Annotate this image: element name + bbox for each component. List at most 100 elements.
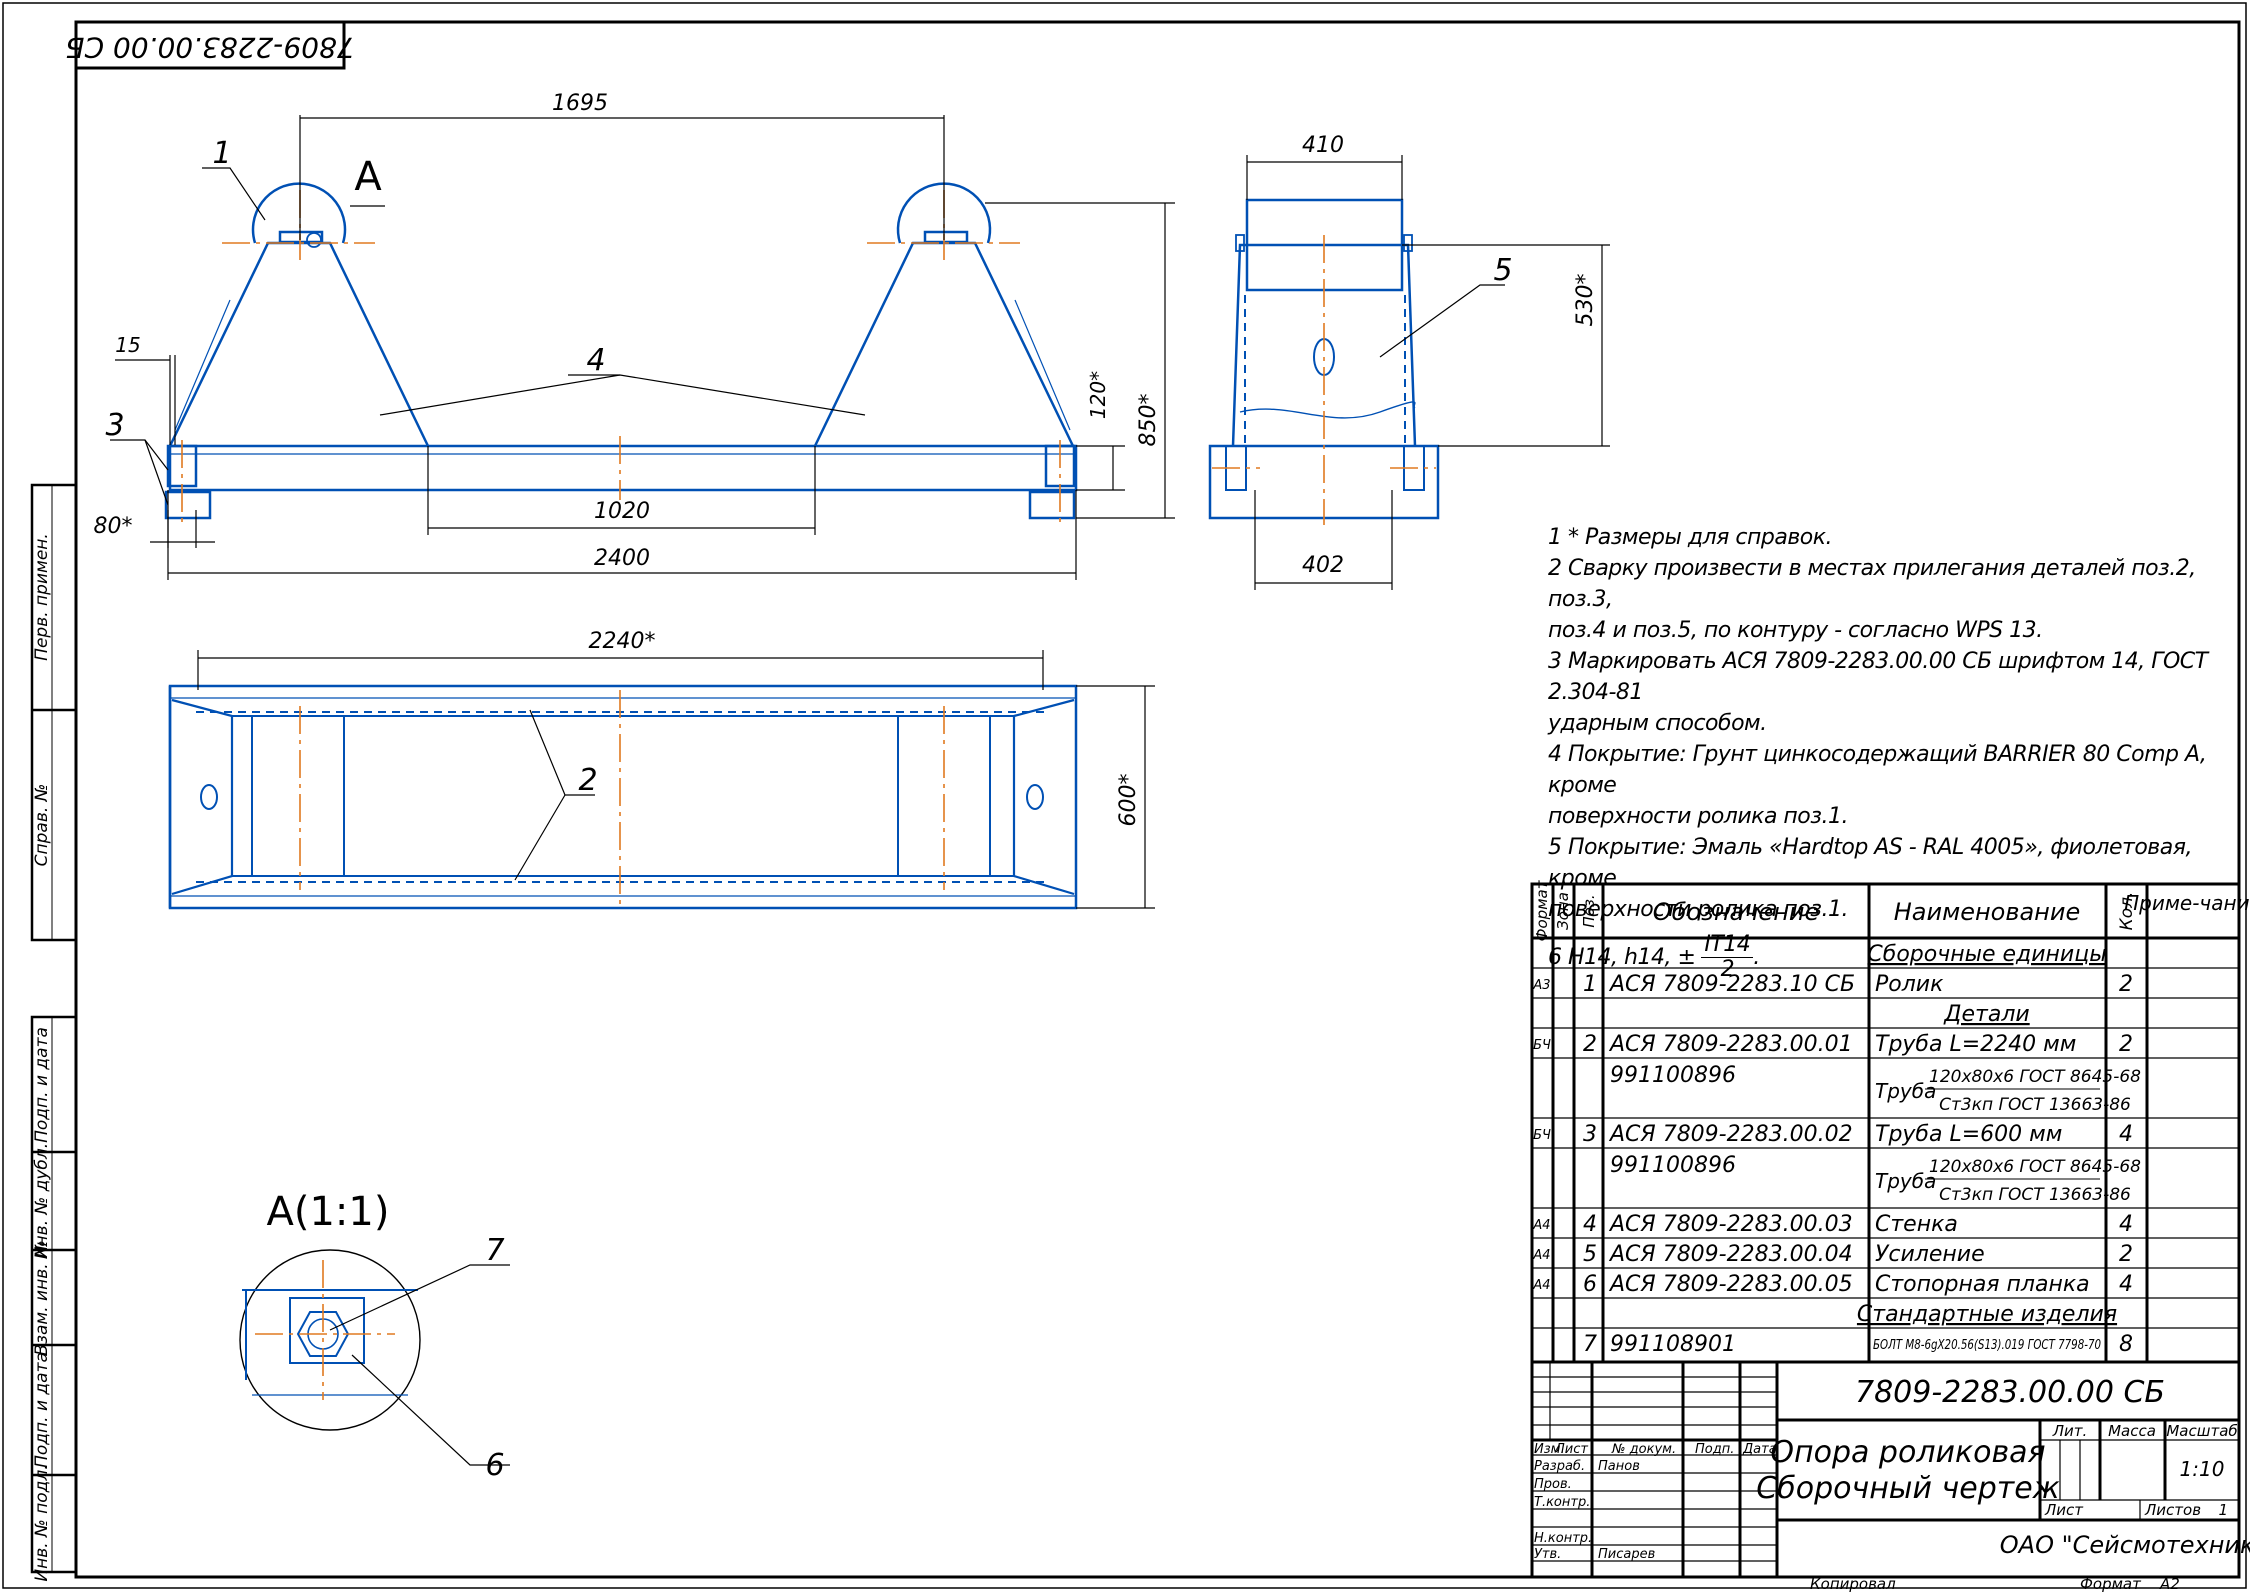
detail-callouts — [329, 1264, 510, 1466]
tb-tkontr: Т.контр. — [1534, 1495, 1590, 1510]
corner-stamp-text: 7809-2283.00.00 СБ — [65, 31, 354, 64]
tb-mass-label: Масса — [2108, 1422, 2156, 1440]
spec-row-designation: АСЯ 7809-2283.00.03 — [1608, 1212, 1853, 1237]
tb-sheet-label: Лист — [2044, 1501, 2084, 1519]
callout-5: 5 — [1493, 253, 1512, 288]
note-line: ударным способом. — [1548, 711, 1767, 736]
tb-lit-label: Лит. — [2052, 1422, 2088, 1440]
note-6-denominator: 2 — [1720, 957, 1735, 982]
side-stamp-5: Взам. инв. № — [32, 1240, 52, 1355]
tb-sheets-label: Листов — [2144, 1501, 2201, 1519]
dim-1695: 1695 — [552, 91, 608, 116]
tb-copied: Копировал — [1810, 1575, 1896, 1592]
note-line: поверхности ролика поз.1. — [1548, 897, 1848, 922]
side-stamp-2: Справ. № — [32, 784, 52, 867]
technical-notes: 1 * Размеры для справок. 2 Сварку произв… — [1548, 522, 2228, 982]
note-line: 4 Покрытие: Грунт цинкосодержащий BARRIE… — [1548, 742, 2207, 798]
spec-row-name: Труба L=2240 мм — [1875, 1032, 2076, 1057]
note-line: 5 Покрытие: Эмаль «Hardtop AS - RAL 4005… — [1548, 835, 2192, 891]
dim-2400: 2400 — [594, 546, 650, 571]
spec-row-qty: 4 — [2119, 1122, 2133, 1147]
callout-7: 7 — [485, 1233, 504, 1268]
side-stamp-labels: Перв. примен. Справ. № Подп. и дата Инв.… — [32, 533, 52, 1581]
detail-a-title: А(1:1) — [267, 1189, 390, 1235]
spec-row-section: Детали — [1943, 1002, 2029, 1027]
left-roller — [251, 182, 347, 244]
spec-row-name: Труба L=600 мм — [1875, 1122, 2062, 1147]
tb-prov: Пров. — [1534, 1477, 1572, 1492]
callout-view-a: А — [354, 154, 382, 200]
dim-402: 402 — [1302, 553, 1344, 578]
spec-row-qty: 2 — [2119, 1242, 2133, 1267]
spec-row-designation: АСЯ 7809-2283.00.01 — [1608, 1032, 1853, 1057]
spec-row-qty: 4 — [2119, 1272, 2133, 1297]
spec-row-name: Стопорная планка — [1875, 1272, 2090, 1297]
top-dimension-labels: 2240* 600* 2 — [578, 629, 1141, 827]
spec-row-format: А4 — [1532, 1278, 1550, 1293]
side-stamp-3: Подп. и дата — [32, 1027, 52, 1143]
spec-row-name: Труба — [1875, 1079, 1936, 1103]
spec-row-designation: 991100896 — [1610, 1063, 1736, 1088]
tb-podp: Подп. — [1695, 1442, 1734, 1457]
spec-row-name: Усиление — [1875, 1242, 1985, 1267]
tb-company: ОАО "Сейсмотехника" — [2000, 1531, 2250, 1559]
spec-row-designation: 991100896 — [1610, 1153, 1736, 1178]
note-line: 2 Сварку произвести в местах прилегания … — [1548, 556, 2196, 612]
note-line: поз.4 и поз.5, по контуру - согласно WPS… — [1548, 618, 2043, 643]
spec-row-designation: АСЯ 7809-2283.00.05 — [1608, 1272, 1853, 1297]
spec-row-qty: 2 — [2119, 1032, 2133, 1057]
spec-rows: Сборочные единицыА3 1 АСЯ 7809-2283.10 СБ Р… — [1532, 942, 2141, 1357]
side-stamp-1: Перв. примен. — [32, 533, 52, 661]
left-support-wall — [168, 241, 430, 447]
spec-row-qty: 4 — [2119, 1212, 2133, 1237]
tb-utv: Утв. — [1534, 1547, 1561, 1562]
note-line: 3 Маркировать АСЯ 7809-2283.00.00 СБ шри… — [1548, 649, 2208, 705]
side-stamp-7: Инв. № подл. — [32, 1464, 52, 1581]
spec-row-pos: 7 — [1583, 1332, 1597, 1357]
spec-row-section: Стандартные изделия — [1857, 1302, 2117, 1327]
spec-row-format: БЧ — [1533, 1128, 1551, 1143]
top-view — [168, 684, 1078, 910]
detail-a — [239, 1249, 421, 1431]
dim-410: 410 — [1302, 133, 1344, 158]
front-view — [164, 182, 1078, 525]
note-6-prefix: 6 H14, h14, ± — [1548, 945, 1696, 970]
base-beam — [168, 444, 1078, 492]
spec-row-designation: 991108901 — [1610, 1332, 1736, 1357]
spec-row-name: Труба — [1875, 1169, 1936, 1193]
callout-6: 6 — [485, 1448, 504, 1483]
note-6: 6 H14, h14, ± IT14 2 . — [1548, 932, 1760, 982]
side-view — [1208, 198, 1440, 525]
spec-row-pos: 6 — [1583, 1272, 1597, 1297]
spec-row-fraction-top: 120x80x6 ГОСТ 8645-68 — [1929, 1157, 2141, 1177]
detail-labels: А(1:1) 7 6 — [267, 1189, 505, 1483]
note-6-fraction: IT14 2 — [1701, 933, 1754, 982]
tb-name-line2: Сборочный чертеж — [1756, 1471, 2059, 1506]
front-callout-labels: 1 А 3 4 — [105, 136, 605, 443]
tb-sheets-count: 1 — [2218, 1501, 2228, 1519]
tb-nkontr: Н.контр. — [1534, 1531, 1592, 1546]
spec-row-pos: 3 — [1583, 1122, 1597, 1147]
spec-row-format: А4 — [1532, 1248, 1550, 1263]
spec-row-name: Стенка — [1875, 1212, 1958, 1237]
tb-utv-name: Писарев — [1598, 1547, 1655, 1562]
spec-row-qty: 8 — [2119, 1332, 2133, 1357]
spec-row-format: БЧ — [1533, 1038, 1551, 1053]
tb-razrab: Разраб. — [1534, 1459, 1585, 1474]
note-6-numerator: IT14 — [1701, 933, 1754, 958]
note-line: 1 * Размеры для справок. — [1548, 525, 1833, 550]
dim-600: 600* — [1116, 774, 1141, 827]
side-stamp-6: Подп. и дата — [32, 1352, 52, 1468]
dim-530: 530* — [1573, 274, 1598, 327]
dim-2240: 2240* — [589, 629, 656, 654]
spec-row-designation: АСЯ 7809-2283.00.04 — [1608, 1242, 1853, 1267]
tb-scale-label: Масштаб — [2166, 1422, 2237, 1440]
dim-15: 15 — [115, 333, 140, 357]
spec-row-fraction-bottom: Ст3кп ГОСТ 13663-86 — [1939, 1185, 2131, 1205]
top-frame — [168, 684, 1078, 910]
tb-name-line1: Опора роликовая — [1770, 1435, 2045, 1470]
spec-row-designation: АСЯ 7809-2283.00.02 — [1608, 1122, 1853, 1147]
front-dimension-labels: 1695 1020 2400 15 80* 120* 850* — [94, 91, 1162, 571]
dim-120: 120* — [1086, 371, 1110, 419]
tb-scale: 1:10 — [2180, 1457, 2225, 1481]
